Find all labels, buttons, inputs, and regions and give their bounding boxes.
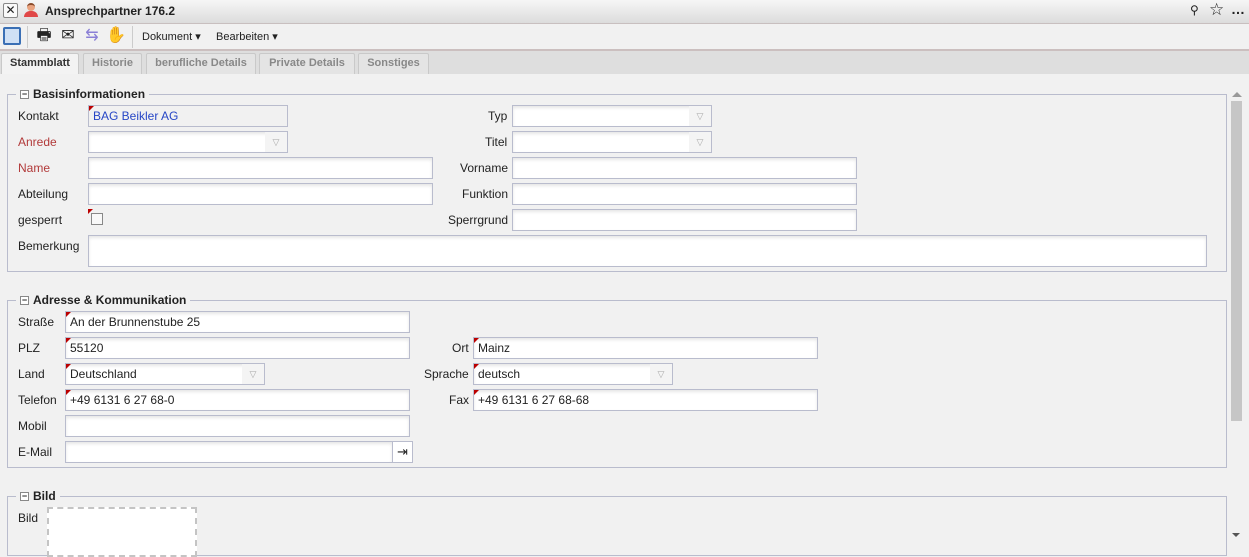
star-icon[interactable]: ☆ [1209, 0, 1224, 20]
chevron-down-icon[interactable]: ▽ [689, 106, 711, 126]
save-icon[interactable] [3, 27, 21, 45]
kontakt-field[interactable]: BAG Beikler AG [88, 105, 288, 127]
anrede-select[interactable]: ▽ [88, 131, 288, 153]
tab-berufliche-details[interactable]: berufliche Details [146, 53, 256, 74]
email-label: E-Mail [18, 445, 53, 459]
vorname-field[interactable] [512, 157, 857, 179]
menu-bearbeiten[interactable]: Bearbeiten ▾ [216, 30, 278, 44]
land-label: Land [18, 367, 45, 381]
window-title: Ansprechpartner 176.2 [45, 4, 176, 18]
strasse-label: Straße [18, 315, 55, 329]
email-field[interactable] [65, 441, 393, 463]
sperrgrund-field[interactable] [512, 209, 857, 231]
bild-label: Bild [18, 511, 39, 525]
adresse-toggle[interactable]: − Adresse & Kommunikation [16, 293, 191, 307]
sperrgrund-label: Sperrgrund [448, 213, 509, 227]
abteilung-label: Abteilung [18, 187, 69, 201]
collapse-icon[interactable]: − [20, 90, 29, 99]
scroll-up-icon[interactable] [1232, 92, 1242, 97]
titel-select[interactable]: ▽ [512, 131, 712, 153]
tab-historie[interactable]: Historie [83, 53, 142, 74]
telefon-label: Telefon [18, 393, 57, 407]
chevron-down-icon[interactable]: ▽ [650, 364, 672, 384]
scroll-down-icon[interactable] [1232, 533, 1240, 537]
land-select[interactable]: Deutschland ▽ [65, 363, 265, 385]
plz-label: PLZ [18, 341, 41, 355]
image-dropzone[interactable] [47, 507, 197, 557]
toolbar: 🖶 ✉ ⇆ ✋ Dokument ▾ Bearbeiten ▾ [0, 24, 1249, 51]
land-value: Deutschland [70, 367, 137, 381]
gesperrt-label: gesperrt [18, 213, 63, 227]
tab-private-details[interactable]: Private Details [259, 53, 355, 74]
email-print-icon[interactable]: ✉ [58, 26, 78, 46]
chevron-down-icon[interactable]: ▽ [242, 364, 264, 384]
section-title: Bild [33, 489, 56, 503]
basisinformationen-toggle[interactable]: − Basisinformationen [16, 87, 150, 101]
pin-icon[interactable]: ⚲ [1190, 3, 1199, 17]
tab-sonstiges[interactable]: Sonstiges [358, 53, 429, 74]
section-title: Basisinformationen [33, 87, 146, 101]
print-icon[interactable]: 🖶 [34, 26, 54, 46]
mobil-label: Mobil [18, 419, 47, 433]
kontakt-label: Kontakt [18, 109, 59, 123]
collapse-icon[interactable]: − [20, 492, 29, 501]
transfer-icon[interactable]: ⇆ [82, 26, 102, 46]
chevron-down-icon[interactable]: ▽ [689, 132, 711, 152]
more-icon[interactable]: … [1231, 1, 1245, 17]
name-field[interactable] [88, 157, 433, 179]
gesperrt-checkbox[interactable] [88, 209, 104, 227]
bemerkung-label: Bemerkung [18, 239, 80, 253]
name-label: Name [18, 161, 51, 175]
telefon-field[interactable]: +49 6131 6 27 68-0 [65, 389, 410, 411]
funktion-label: Funktion [462, 187, 509, 201]
strasse-field[interactable]: An der Brunnenstube 25 [65, 311, 410, 333]
section-title: Adresse & Kommunikation [33, 293, 187, 307]
vorname-label: Vorname [460, 161, 509, 175]
handshake-icon[interactable]: ✋ [106, 26, 126, 46]
title-bar: ✕ Ansprechpartner 176.2 ⚲ ☆ … [0, 0, 1249, 24]
sprache-select[interactable]: deutsch ▽ [473, 363, 673, 385]
anrede-label: Anrede [18, 135, 57, 149]
bemerkung-textarea[interactable] [88, 235, 1207, 267]
plz-field[interactable]: 55120 [65, 337, 410, 359]
ort-field[interactable]: Mainz [473, 337, 818, 359]
sprache-value: deutsch [478, 367, 521, 381]
fax-label: Fax [449, 393, 470, 407]
collapse-icon[interactable]: − [20, 296, 29, 305]
scrollbar[interactable] [1229, 88, 1245, 541]
mobil-field[interactable] [65, 415, 410, 437]
tab-bar: Stammblatt Historie berufliche Details P… [0, 51, 1249, 74]
typ-label: Typ [488, 109, 508, 123]
abteilung-field[interactable] [88, 183, 433, 205]
titel-label: Titel [485, 135, 508, 149]
person-icon [24, 3, 38, 19]
ort-label: Ort [452, 341, 469, 355]
typ-select[interactable]: ▽ [512, 105, 712, 127]
fax-field[interactable]: +49 6131 6 27 68-68 [473, 389, 818, 411]
send-email-button[interactable]: ⇥ [392, 441, 413, 463]
sprache-label: Sprache [424, 367, 469, 381]
menu-dokument[interactable]: Dokument ▾ [142, 30, 201, 44]
tab-stammblatt[interactable]: Stammblatt [1, 53, 79, 74]
close-icon[interactable]: ✕ [3, 3, 18, 18]
funktion-field[interactable] [512, 183, 857, 205]
scroll-thumb[interactable] [1231, 101, 1242, 421]
bild-toggle[interactable]: − Bild [16, 489, 60, 503]
chevron-down-icon[interactable]: ▽ [265, 132, 287, 152]
